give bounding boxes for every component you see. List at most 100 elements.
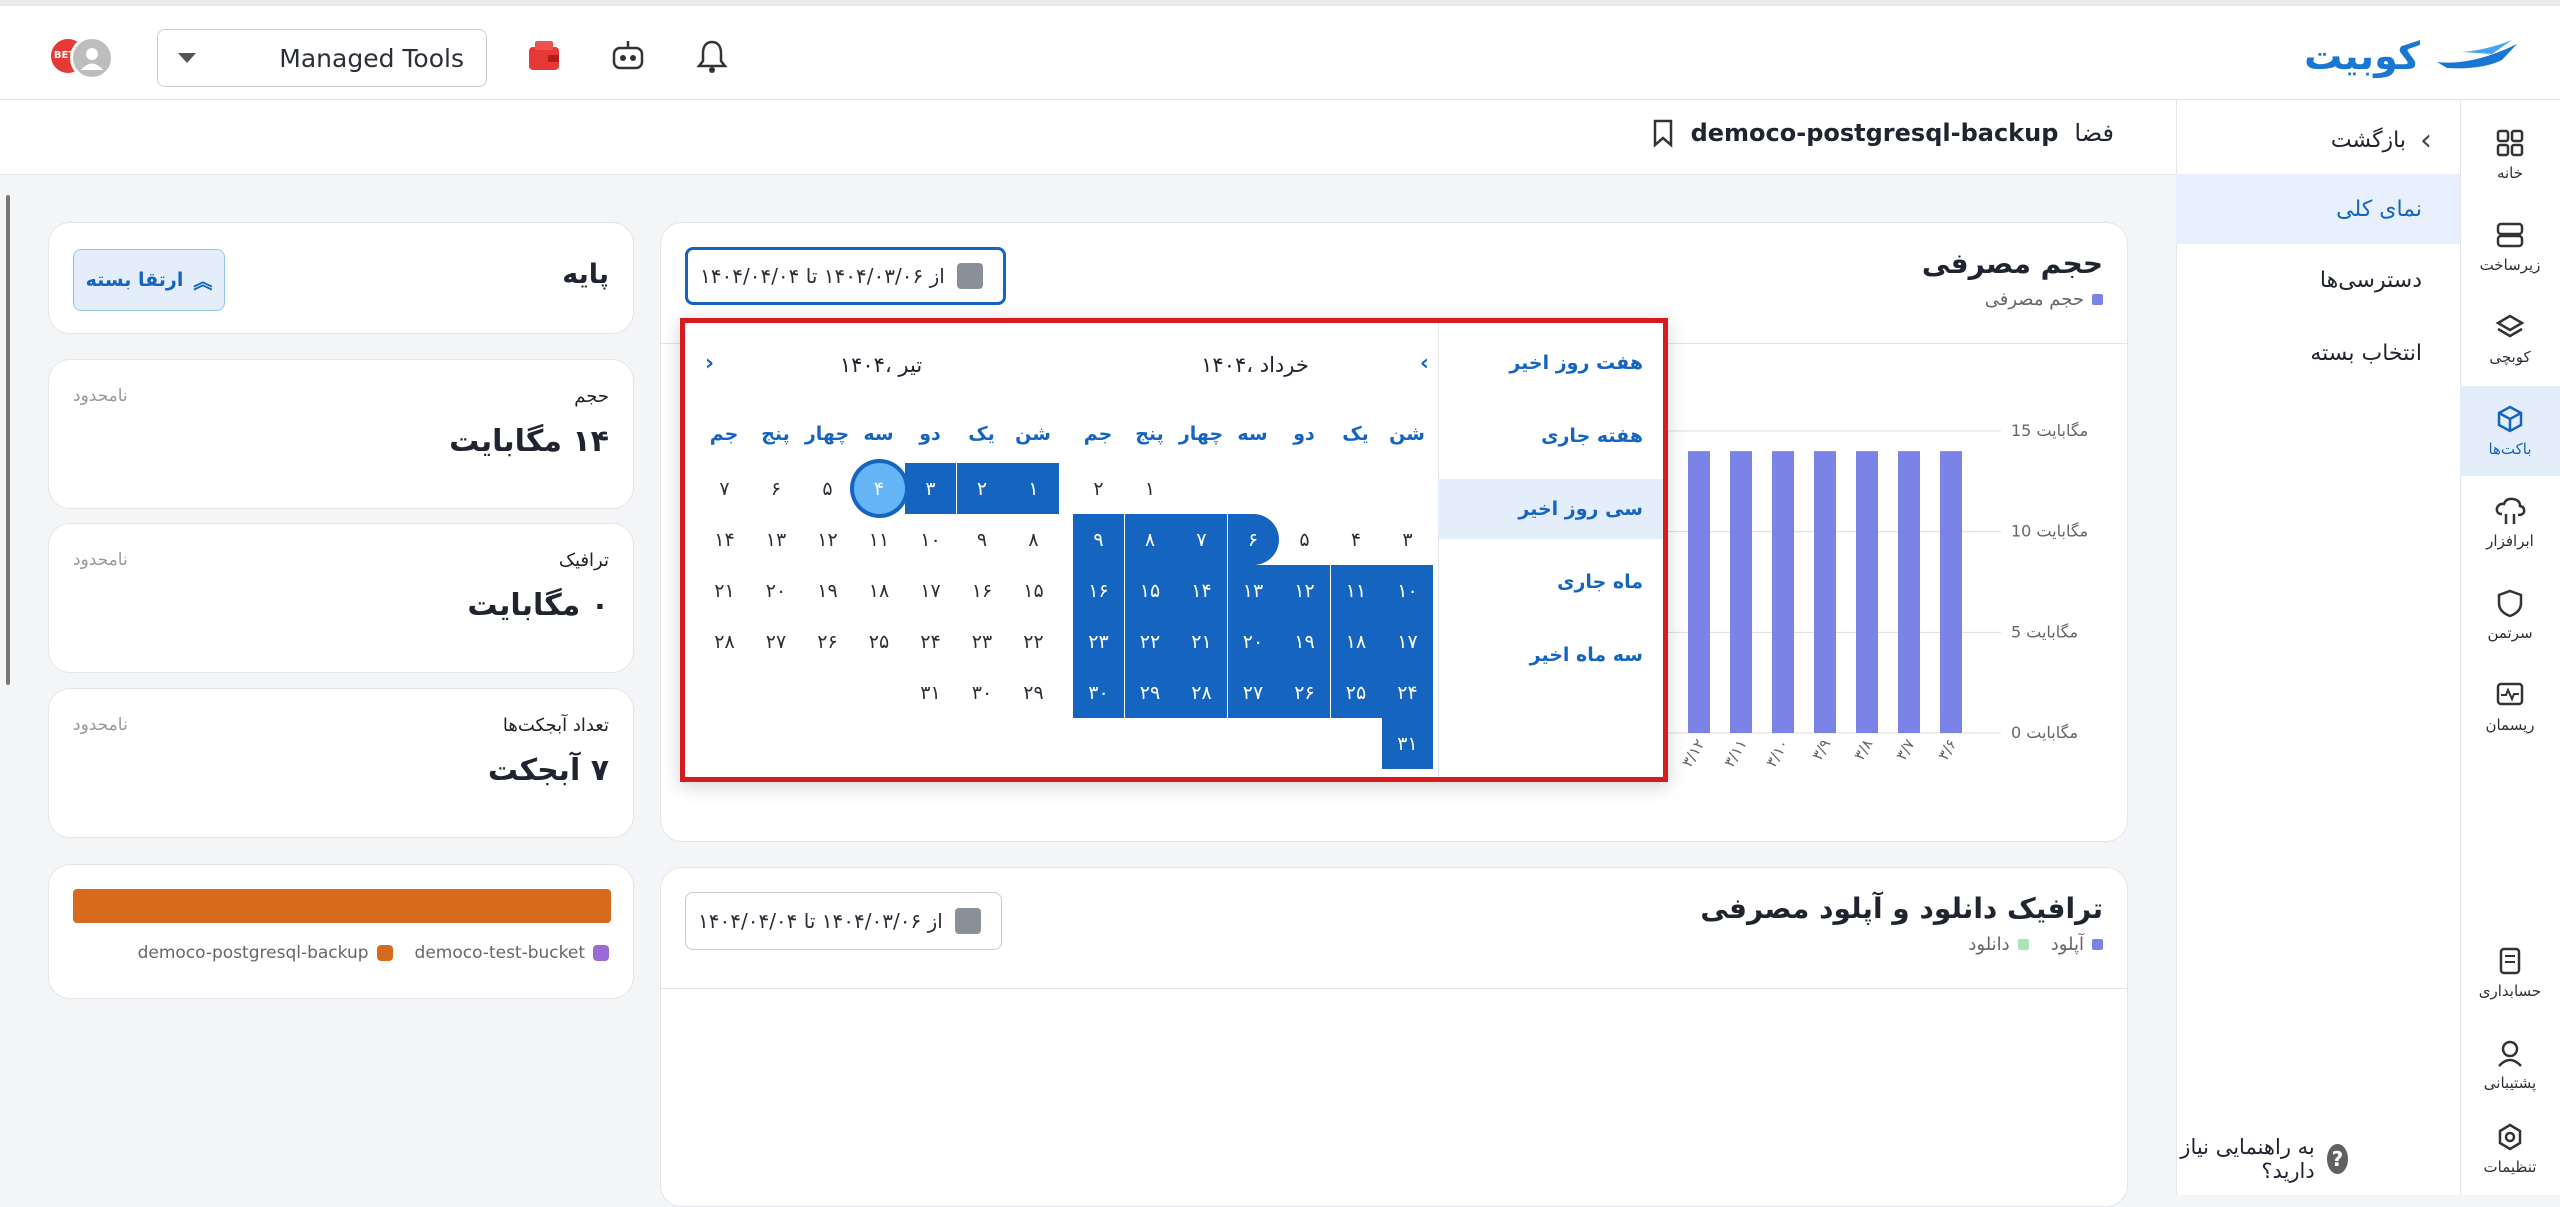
avatar[interactable]: BETA — [48, 36, 114, 84]
calendar-day[interactable]: ۶ — [1227, 514, 1279, 565]
prev-month-button[interactable]: ‹ — [1420, 351, 1429, 376]
sidebar-item-support[interactable]: پشتیبانی — [2460, 1020, 2560, 1110]
calendar-day[interactable]: ۷ — [699, 463, 750, 514]
robot-icon[interactable] — [608, 36, 648, 76]
preset-last-7-days[interactable]: هفت روز اخیر — [1438, 333, 1663, 393]
subnav-item-access[interactable]: دسترسی‌ها — [2176, 245, 2460, 315]
calendar-day[interactable]: ۲۳ — [1073, 616, 1124, 667]
calendar-day[interactable]: ۲۷ — [1227, 667, 1279, 718]
bar[interactable] — [1814, 451, 1836, 733]
subnav-item-overview[interactable]: نمای کلی — [2176, 174, 2460, 244]
sidebar-item-infrastructure[interactable]: زیرساخت — [2460, 202, 2560, 292]
sidebar-item-settings[interactable]: تنظیمات — [2460, 1104, 2560, 1194]
calendar-day[interactable]: ۲۰ — [751, 565, 802, 616]
calendar-day[interactable]: ۵ — [802, 463, 853, 514]
bookmark-icon[interactable] — [1651, 118, 1675, 148]
calendar-day[interactable]: ۱۹ — [1279, 616, 1330, 667]
sidebar-item-monitoring[interactable]: ریسمان — [2460, 662, 2560, 752]
calendar-day[interactable]: ۸ — [1124, 514, 1176, 565]
calendar-day[interactable]: ۲۰ — [1227, 616, 1279, 667]
scrollbar[interactable] — [6, 195, 10, 685]
calendar-day[interactable]: ۲۴ — [1382, 667, 1433, 718]
calendar-day[interactable]: ۲ — [1073, 463, 1124, 514]
calendar-day[interactable]: ۱۶ — [1073, 565, 1124, 616]
calendar-day[interactable]: ۱۱ — [1330, 565, 1382, 616]
calendar-day[interactable]: ۹ — [1073, 514, 1124, 565]
sidebar-item-security[interactable]: سرتمن — [2460, 570, 2560, 660]
calendar-day[interactable]: ۱ — [1008, 463, 1059, 514]
calendar-day[interactable]: ۲۶ — [1279, 667, 1330, 718]
calendar-day[interactable]: ۷ — [1176, 514, 1227, 565]
calendar-day[interactable]: ۱۸ — [1330, 616, 1382, 667]
bar[interactable] — [1940, 451, 1962, 733]
calendar-day[interactable]: ۱۷ — [905, 565, 956, 616]
calendar-day[interactable]: ۲۵ — [1330, 667, 1382, 718]
bar[interactable] — [1772, 451, 1794, 733]
sidebar-item-kubchi[interactable]: کوبچی — [2460, 294, 2560, 384]
calendar-day[interactable]: ۱۵ — [1008, 565, 1059, 616]
calendar-day[interactable]: ۱۹ — [802, 565, 853, 616]
calendar-day[interactable]: ۱۳ — [1227, 565, 1279, 616]
calendar-day[interactable]: ۲۶ — [802, 616, 853, 667]
bell-icon[interactable] — [692, 36, 732, 76]
calendar-day[interactable]: ۲۹ — [1124, 667, 1176, 718]
usage-date-range-button[interactable]: از ۱۴۰۴/۰۳/۰۶ تا ۱۴۰۴/۰۴/۰۴ — [685, 247, 1006, 305]
calendar-day[interactable]: ۲۳ — [957, 616, 1008, 667]
bar[interactable] — [1688, 451, 1710, 733]
calendar-day[interactable]: ۳۱ — [1382, 718, 1433, 769]
wallet-icon[interactable] — [524, 36, 564, 76]
calendar-day[interactable]: ۱۲ — [1279, 565, 1330, 616]
calendar-day[interactable]: ۱۱ — [854, 514, 905, 565]
calendar-day[interactable]: ۳۱ — [905, 667, 956, 718]
calendar-day[interactable]: ۲۸ — [1176, 667, 1227, 718]
calendar-day[interactable]: ۳ — [905, 463, 956, 514]
calendar-day[interactable]: ۱۰ — [905, 514, 956, 565]
calendar-day[interactable]: ۵ — [1279, 514, 1330, 565]
calendar-day[interactable]: ۲۱ — [1176, 616, 1227, 667]
calendar-day[interactable]: ۱۰ — [1382, 565, 1433, 616]
calendar-day[interactable]: ۴ — [853, 463, 905, 514]
calendar-day[interactable]: ۴ — [1331, 514, 1382, 565]
calendar-day[interactable]: ۱۷ — [1382, 616, 1433, 667]
calendar-day[interactable]: ۱۵ — [1124, 565, 1176, 616]
calendar-day[interactable]: ۲۴ — [905, 616, 956, 667]
help-link[interactable]: ? به راهنمایی نیاز دارید؟ — [2177, 1135, 2348, 1183]
calendar-day[interactable]: ۱۶ — [957, 565, 1008, 616]
calendar-day[interactable]: ۲۲ — [1008, 616, 1059, 667]
back-button[interactable]: › بازگشت — [2331, 120, 2432, 160]
sidebar-item-buckets[interactable]: باکت‌ها — [2460, 386, 2560, 476]
bar[interactable] — [1856, 451, 1878, 733]
calendar-day[interactable]: ۲۷ — [751, 616, 802, 667]
calendar-day[interactable]: ۱۸ — [854, 565, 905, 616]
calendar-day[interactable]: ۸ — [1008, 514, 1059, 565]
preset-last-30-days[interactable]: سی روز اخیر — [1438, 479, 1663, 539]
calendar-day[interactable]: ۲۲ — [1124, 616, 1176, 667]
upgrade-plan-button[interactable]: ︽ ارتقا بسته — [73, 249, 225, 311]
traffic-date-range-button[interactable]: از ۱۴۰۴/۰۳/۰۶ تا ۱۴۰۴/۰۴/۰۴ — [685, 892, 1002, 950]
bar[interactable] — [1898, 451, 1920, 733]
calendar-day[interactable]: ۱۴ — [699, 514, 750, 565]
calendar-day[interactable]: ۱۳ — [751, 514, 802, 565]
calendar-day[interactable]: ۳۰ — [1073, 667, 1124, 718]
calendar-day[interactable]: ۱۴ — [1176, 565, 1227, 616]
preset-this-week[interactable]: هفته جاری — [1438, 406, 1663, 466]
calendar-day[interactable]: ۱ — [1125, 463, 1176, 514]
calendar-day[interactable]: ۳ — [1382, 514, 1433, 565]
calendar-day[interactable]: ۹ — [957, 514, 1008, 565]
calendar-day[interactable]: ۲۹ — [1008, 667, 1059, 718]
calendar-day[interactable]: ۶ — [751, 463, 802, 514]
sidebar-item-accounting[interactable]: حسابداری — [2460, 928, 2560, 1018]
calendar-day[interactable]: ۲۱ — [699, 565, 750, 616]
logo[interactable]: کوبیت — [2304, 28, 2522, 84]
calendar-day[interactable]: ۲ — [956, 463, 1008, 514]
sidebar-item-home[interactable]: خانه — [2460, 110, 2560, 200]
preset-last-3-months[interactable]: سه ماه اخیر — [1438, 625, 1663, 685]
calendar-day[interactable]: ۳۰ — [957, 667, 1008, 718]
bar[interactable] — [1730, 451, 1752, 733]
next-month-button[interactable]: › — [705, 351, 714, 376]
sidebar-item-cloud-app[interactable]: ابرافزار — [2460, 478, 2560, 568]
subnav-item-select-plan[interactable]: انتخاب بسته — [2176, 318, 2460, 388]
project-select[interactable]: Managed Tools — [157, 29, 487, 87]
preset-this-month[interactable]: ماه جاری — [1438, 552, 1663, 612]
calendar-day[interactable]: ۲۵ — [854, 616, 905, 667]
